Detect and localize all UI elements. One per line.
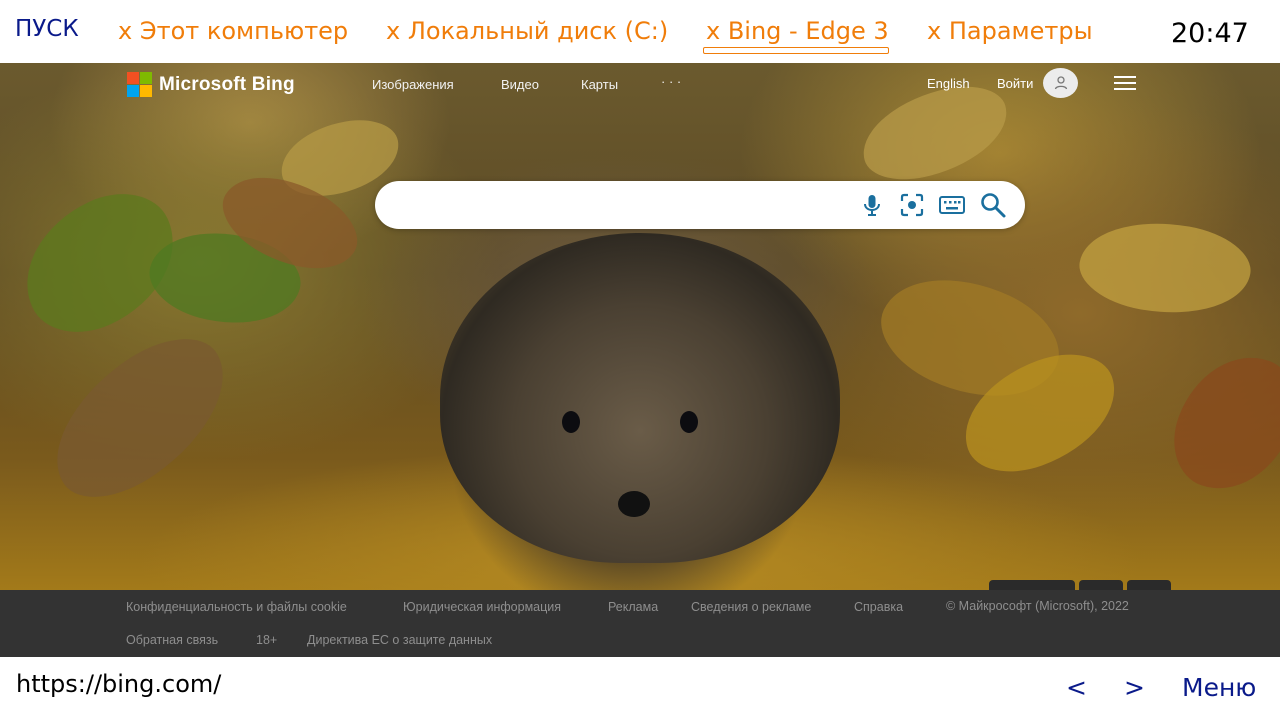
- bing-footer: Конфиденциальность и файлы cookie Юридич…: [0, 590, 1280, 657]
- keyboard-icon[interactable]: [938, 191, 966, 219]
- footer-age-link[interactable]: 18+: [256, 633, 277, 647]
- hedgehog-eye: [562, 411, 580, 433]
- hamburger-menu-icon[interactable]: [1114, 76, 1136, 90]
- microsoft-logo-icon: [127, 72, 152, 97]
- leaf-decoration: [26, 315, 254, 521]
- task-local-disk[interactable]: x Локальный диск (C:): [386, 17, 668, 45]
- task-settings[interactable]: x Параметры: [927, 17, 1093, 45]
- language-link[interactable]: English: [927, 76, 970, 91]
- footer-privacy-link[interactable]: Конфиденциальность и файлы cookie: [126, 600, 347, 614]
- footer-feedback-link[interactable]: Обратная связь: [126, 633, 218, 647]
- bing-logo-text: Microsoft Bing: [159, 73, 295, 95]
- back-button[interactable]: <: [1066, 673, 1087, 702]
- visual-search-icon[interactable]: [898, 191, 926, 219]
- signin-link[interactable]: Войти: [997, 76, 1033, 91]
- search-input[interactable]: [395, 191, 859, 221]
- search-box: [375, 181, 1025, 229]
- background-image: [0, 63, 1280, 590]
- hedgehog-eye: [680, 411, 698, 433]
- footer-help-link[interactable]: Справка: [854, 600, 903, 614]
- footer-copyright: © Майкрософт (Microsoft), 2022: [946, 599, 1129, 613]
- address-bar[interactable]: https://bing.com/: [16, 670, 221, 698]
- forward-button[interactable]: >: [1124, 673, 1145, 702]
- footer-advertising-link[interactable]: Реклама: [608, 600, 658, 614]
- bing-logo[interactable]: Microsoft Bing: [127, 72, 295, 97]
- bottom-bar: https://bing.com/ < > Меню: [0, 657, 1280, 720]
- menu-button[interactable]: Меню: [1182, 673, 1256, 702]
- task-bing-edge[interactable]: x Bing - Edge 3: [706, 17, 889, 45]
- leaf-decoration: [1073, 208, 1257, 328]
- browser-viewport: Microsoft Bing Изображения Видео Карты ·…: [0, 63, 1280, 657]
- task-this-computer[interactable]: x Этот компьютер: [118, 17, 348, 45]
- taskbar: ПУСК x Этот компьютер x Локальный диск (…: [0, 0, 1280, 63]
- microphone-icon[interactable]: [858, 191, 886, 219]
- user-icon: [1054, 76, 1067, 90]
- active-task-indicator: [703, 47, 889, 54]
- footer-about-ads-link[interactable]: Сведения о рекламе: [691, 600, 811, 614]
- nav-video[interactable]: Видео: [501, 77, 539, 92]
- leaf-decoration: [1159, 338, 1280, 508]
- footer-legal-link[interactable]: Юридическая информация: [403, 600, 561, 614]
- search-icon[interactable]: [979, 191, 1007, 219]
- nav-more[interactable]: · · ·: [661, 74, 681, 89]
- hedgehog-nose: [618, 491, 650, 517]
- nav-images[interactable]: Изображения: [372, 77, 454, 92]
- leaf-decoration: [852, 74, 1018, 192]
- start-button[interactable]: ПУСК: [15, 16, 79, 42]
- nav-maps[interactable]: Карты: [581, 77, 618, 92]
- avatar[interactable]: [1043, 68, 1078, 98]
- clock: 20:47: [1171, 18, 1249, 49]
- footer-eu-data-link[interactable]: Директива ЕС о защите данных: [307, 633, 492, 647]
